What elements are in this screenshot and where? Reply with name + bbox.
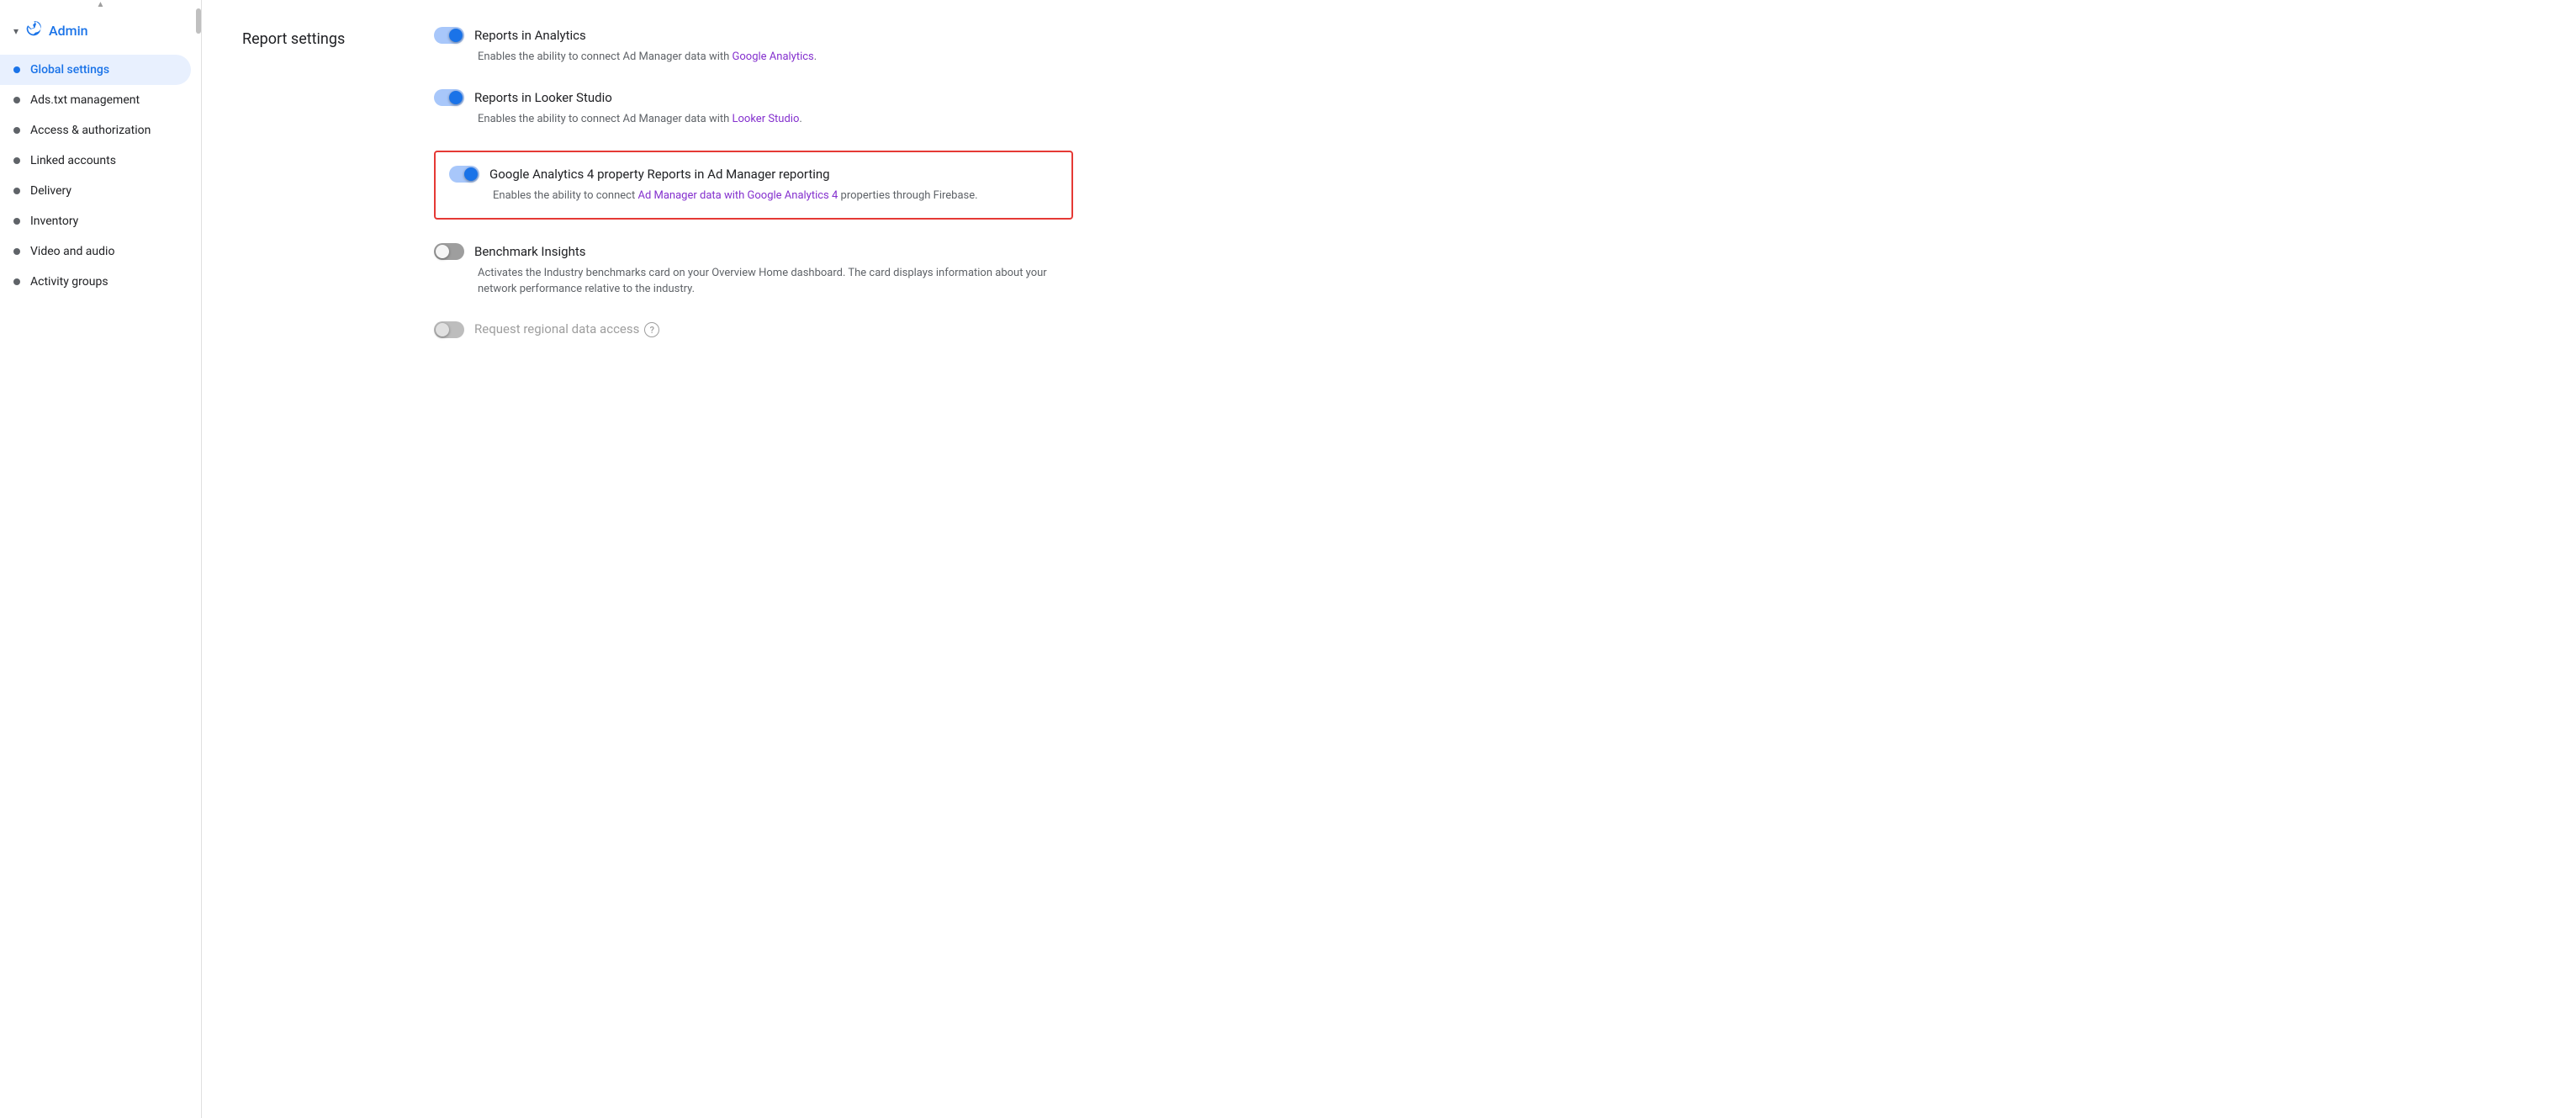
sidebar-nav: Global settings Ads.txt management Access …	[0, 55, 201, 297]
toggle-thumb-reports-in-analytics	[449, 29, 463, 42]
toggle-track-reports-in-looker	[434, 89, 464, 106]
toggle-track-ga4-property	[449, 166, 479, 183]
setting-link-reports-in-looker[interactable]: Looker Studio	[733, 113, 800, 125]
toggle-thumb-regional-data	[436, 323, 449, 336]
report-settings-section: Report settings Reports in Analytics Enab…	[242, 27, 2536, 367]
toggle-thumb-ga4-property	[464, 167, 478, 181]
sidebar-item-access-authorization[interactable]: Access & authorization	[0, 115, 191, 146]
setting-benchmark-insights: Benchmark Insights Activates the Industry…	[434, 243, 1073, 298]
scroll-top-arrow[interactable]: ▲	[97, 0, 105, 9]
nav-label-activity-groups: Activity groups	[30, 275, 108, 289]
setting-title-benchmark-insights: Benchmark Insights	[474, 244, 586, 259]
nav-label-delivery: Delivery	[30, 184, 71, 198]
help-icon-regional-data[interactable]: ?	[644, 322, 659, 337]
toggle-thumb-benchmark-insights	[436, 245, 449, 258]
setting-reports-in-looker: Reports in Looker Studio Enables the abil…	[434, 89, 1073, 128]
toggle-ga4-property[interactable]	[449, 166, 479, 183]
nav-label-access-authorization: Access & authorization	[30, 124, 151, 137]
setting-title-reports-in-looker: Reports in Looker Studio	[474, 90, 612, 105]
nav-dot-activity-groups	[13, 278, 20, 285]
nav-dot-inventory	[13, 218, 20, 225]
toggle-track-reports-in-analytics	[434, 27, 464, 44]
toggle-track-regional-data	[434, 321, 464, 338]
setting-link-ga4-property[interactable]: Ad Manager data with Google Analytics 4	[637, 189, 838, 202]
scrollbar-track	[196, 0, 201, 1118]
sidebar-item-video-audio[interactable]: Video and audio	[0, 236, 191, 267]
setting-reports-in-analytics: Reports in Analytics Enables the ability …	[434, 27, 1073, 66]
nav-dot-access-authorization	[13, 127, 20, 134]
nav-label-video-audio: Video and audio	[30, 245, 114, 258]
wrench-icon	[25, 20, 42, 41]
toggle-regional-data[interactable]	[434, 321, 464, 338]
chevron-icon: ▾	[13, 25, 19, 37]
setting-desc-benchmark-insights: Activates the Industry benchmarks card o…	[478, 265, 1073, 298]
setting-regional-data: Request regional data access?	[434, 321, 1073, 343]
section-title: Report settings	[242, 27, 394, 367]
nav-dot-global-settings	[13, 66, 20, 73]
setting-title-regional-data: Request regional data access?	[474, 321, 659, 338]
setting-desc-ga4-property: Enables the ability to connect Ad Manage…	[493, 188, 1058, 204]
setting-desc-reports-in-analytics: Enables the ability to connect Ad Manage…	[478, 49, 1073, 66]
toggle-thumb-reports-in-looker	[449, 91, 463, 104]
sidebar-item-linked-accounts[interactable]: Linked accounts	[0, 146, 191, 176]
nav-label-inventory: Inventory	[30, 215, 78, 228]
toggle-track-benchmark-insights	[434, 243, 464, 260]
setting-header-reports-in-analytics: Reports in Analytics	[434, 27, 1073, 44]
setting-header-reports-in-looker: Reports in Looker Studio	[434, 89, 1073, 106]
setting-ga4-property: Google Analytics 4 property Reports in A…	[434, 151, 1073, 220]
nav-label-ads-txt: Ads.txt management	[30, 93, 140, 107]
main-content: Report settings Reports in Analytics Enab…	[202, 0, 2576, 1118]
setting-header-ga4-property: Google Analytics 4 property Reports in A…	[449, 166, 1058, 183]
setting-link-reports-in-analytics[interactable]: Google Analytics	[733, 50, 814, 63]
nav-dot-linked-accounts	[13, 157, 20, 164]
admin-label: Admin	[49, 23, 88, 39]
nav-dot-ads-txt	[13, 97, 20, 103]
admin-header[interactable]: ▾ Admin	[0, 13, 201, 55]
nav-dot-delivery	[13, 188, 20, 194]
setting-desc-reports-in-looker: Enables the ability to connect Ad Manage…	[478, 111, 1073, 128]
sidebar-item-ads-txt[interactable]: Ads.txt management	[0, 85, 191, 115]
nav-dot-video-audio	[13, 248, 20, 255]
setting-title-reports-in-analytics: Reports in Analytics	[474, 28, 586, 43]
toggle-reports-in-looker[interactable]	[434, 89, 464, 106]
sidebar-item-inventory[interactable]: Inventory	[0, 206, 191, 236]
toggle-reports-in-analytics[interactable]	[434, 27, 464, 44]
setting-title-ga4-property: Google Analytics 4 property Reports in A…	[489, 167, 830, 182]
sidebar-item-activity-groups[interactable]: Activity groups	[0, 267, 191, 297]
scrollbar-thumb[interactable]	[196, 8, 201, 34]
toggle-benchmark-insights[interactable]	[434, 243, 464, 260]
sidebar-item-global-settings[interactable]: Global settings	[0, 55, 191, 85]
setting-header-benchmark-insights: Benchmark Insights	[434, 243, 1073, 260]
nav-label-global-settings: Global settings	[30, 63, 109, 77]
sidebar: ▲ ▾ Admin Global settings Ads.txt managem…	[0, 0, 202, 1118]
sidebar-item-delivery[interactable]: Delivery	[0, 176, 191, 206]
settings-panel: Reports in Analytics Enables the ability …	[434, 27, 1073, 367]
setting-header-regional-data: Request regional data access?	[434, 321, 1073, 338]
nav-label-linked-accounts: Linked accounts	[30, 154, 116, 167]
